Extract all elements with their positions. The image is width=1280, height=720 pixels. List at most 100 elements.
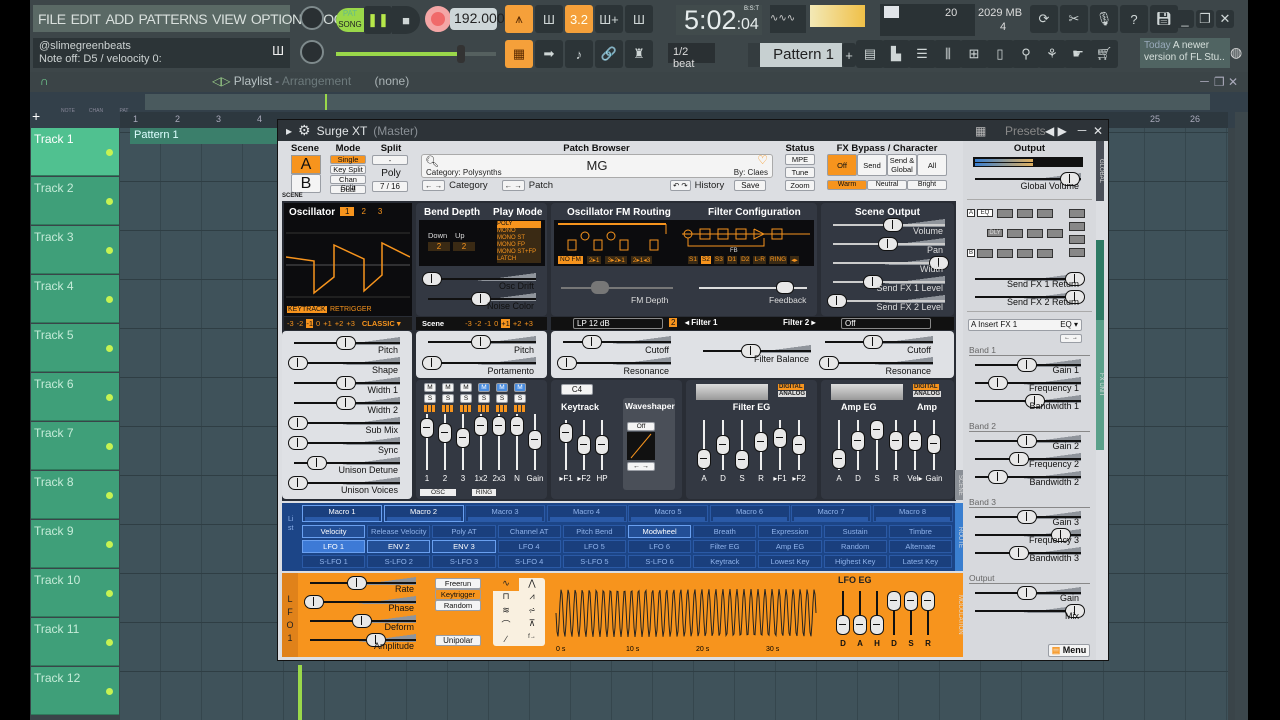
save-icon[interactable]: 💾︎ <box>1150 5 1178 33</box>
filter2-type-select[interactable]: Off <box>841 318 931 329</box>
fader-1[interactable]: 1 <box>420 414 434 483</box>
slider-handle[interactable] <box>581 335 602 349</box>
macro-3[interactable]: Macro 3 <box>465 505 545 522</box>
fader-handle[interactable] <box>735 450 749 470</box>
slider-pitch[interactable]: Pitch <box>288 335 406 355</box>
mod-source-s-lfo-4[interactable]: S-LFO 4 <box>497 555 561 568</box>
slider-send-fx-1-level[interactable]: Send FX 1 Level <box>827 274 951 293</box>
macro-7[interactable]: Macro 7 <box>791 505 871 522</box>
mute-button[interactable]: M <box>424 383 436 392</box>
fx-slot-eq[interactable]: EQ <box>977 209 993 217</box>
fx-slot-empty[interactable] <box>1069 235 1085 244</box>
tab-scene[interactable]: SCENE <box>955 470 963 500</box>
insert-fx-select[interactable]: A Insert FX 1 EQ ▾ <box>968 319 1082 331</box>
slider-handle[interactable] <box>288 416 308 430</box>
tune-button[interactable]: Tune <box>785 167 815 178</box>
add-track-button[interactable]: + <box>32 108 40 124</box>
fader-handle[interactable] <box>832 448 846 469</box>
fx-slot-empty[interactable] <box>1017 249 1033 258</box>
preset-nav[interactable]: ◀ ▶ <box>1045 124 1067 138</box>
picker-chan[interactable]: CHAN <box>86 108 106 114</box>
slider-gain[interactable]: Gain <box>969 585 1087 603</box>
fader-s[interactable]: S <box>870 420 884 483</box>
solo-button[interactable]: S <box>460 394 472 403</box>
filter-config-option[interactable]: D2 <box>740 256 751 264</box>
slider-handle[interactable] <box>1009 546 1030 560</box>
magnet-icon[interactable]: ∩ <box>40 74 49 88</box>
mod-source-highest-key[interactable]: Highest Key <box>823 555 887 568</box>
filter-eg-analog[interactable]: ANALOG <box>778 391 806 397</box>
track-mute-led[interactable] <box>106 590 113 597</box>
refresh-icon[interactable]: ⟳ <box>1030 5 1058 33</box>
fader-a[interactable]: A <box>832 420 846 483</box>
play-mode-option[interactable]: POLY <box>497 221 541 228</box>
fader-d[interactable]: D <box>716 420 730 483</box>
fader--f2[interactable]: ▸F2 <box>577 420 591 483</box>
track-header[interactable]: Track 1 <box>31 128 119 176</box>
keyboard-icon[interactable]: ▦ <box>975 124 986 138</box>
slider-bandwidth-1[interactable]: Bandwidth 1 <box>969 393 1087 411</box>
blend-notes-icon[interactable]: ♪ <box>565 40 593 68</box>
slider-handle[interactable] <box>304 595 324 609</box>
oscillator-select[interactable]: 1 <box>340 207 355 216</box>
track-mute-led[interactable] <box>106 149 113 156</box>
slider-handle[interactable] <box>288 356 308 370</box>
track-header[interactable]: Track 8 <box>31 471 119 519</box>
macro-2[interactable]: Macro 2 <box>383 505 464 522</box>
waveshaper-type[interactable]: Off <box>627 422 655 431</box>
cut-icon[interactable]: ✂ <box>1060 5 1088 33</box>
menu-view[interactable]: VIEW <box>212 11 246 27</box>
pat-song-toggle[interactable]: PAT SONG <box>336 8 364 32</box>
macro-8[interactable]: Macro 8 <box>872 505 953 522</box>
fader-handle[interactable] <box>697 448 711 469</box>
lfo-trigger-freerun[interactable]: Freerun <box>435 578 481 589</box>
track-mute-led[interactable] <box>106 688 113 695</box>
patch-arrows[interactable]: ← → <box>501 180 525 191</box>
macro-6[interactable]: Macro 6 <box>709 505 790 522</box>
track-header[interactable]: Track 5 <box>31 324 119 372</box>
track-header[interactable]: Track 9 <box>31 520 119 568</box>
pattern-selector[interactable]: Pattern 1 <box>748 43 842 67</box>
fader-handle[interactable] <box>716 435 730 455</box>
slider-volume[interactable]: Volume <box>827 217 951 236</box>
slider-resonance[interactable]: Resonance <box>819 355 939 376</box>
stepseq-shape-icon[interactable]: ⊼ <box>519 618 545 633</box>
mod-source-lfo-5[interactable]: LFO 5 <box>562 540 626 553</box>
slider-pan[interactable]: Pan <box>827 236 951 255</box>
track-header[interactable]: Track 10 <box>31 569 119 617</box>
mod-source-expression[interactable]: Expression <box>758 525 822 538</box>
slider-handle[interactable] <box>557 356 577 370</box>
solo-button[interactable]: S <box>442 394 454 403</box>
oscillator-select[interactable]: 2 <box>356 207 370 216</box>
picker-note[interactable]: NOTE <box>58 108 78 114</box>
slider-handle[interactable] <box>336 376 356 390</box>
slider-portamento[interactable]: Portamento <box>422 355 542 376</box>
filter1-type-select[interactable]: LP 12 dB <box>573 318 663 329</box>
scene-octave[interactable]: +3 <box>524 319 533 328</box>
slider-handle[interactable] <box>307 456 328 470</box>
solo-button[interactable]: S <box>424 394 436 403</box>
fader-r[interactable]: R <box>889 420 903 483</box>
track-mute-led[interactable] <box>106 639 113 646</box>
fader-2x3[interactable]: 2x3 <box>492 414 506 483</box>
fader-handle[interactable] <box>904 591 918 611</box>
scene-a-button[interactable]: A <box>291 155 321 174</box>
fx-slot-empty[interactable] <box>1069 222 1085 231</box>
retrigger-toggle[interactable]: RETRIGGER <box>330 306 372 313</box>
slider-handle[interactable] <box>1017 434 1037 448</box>
mod-source-modwheel[interactable]: Modwheel <box>628 525 692 538</box>
fader-handle[interactable] <box>887 591 901 611</box>
slider-handle[interactable] <box>988 470 1009 484</box>
fader-handle[interactable] <box>853 615 867 635</box>
channel-rack-icon[interactable]: ☰ <box>908 40 936 68</box>
slider-handle[interactable] <box>827 294 847 308</box>
mod-source-filter-eg[interactable]: Filter EG <box>693 540 757 553</box>
bend-down-value[interactable]: 2 <box>428 242 450 251</box>
fader-handle[interactable] <box>921 591 935 611</box>
slider-bandwidth-3[interactable]: Bandwidth 3 <box>969 545 1087 563</box>
slider-gain-2[interactable]: Gain 2 <box>969 433 1087 451</box>
unipolar-button[interactable]: Unipolar <box>435 635 481 646</box>
mode-option[interactable]: Single <box>330 155 366 164</box>
wait-input-button[interactable]: Ш <box>535 5 563 33</box>
fader-n[interactable]: N <box>510 414 524 483</box>
